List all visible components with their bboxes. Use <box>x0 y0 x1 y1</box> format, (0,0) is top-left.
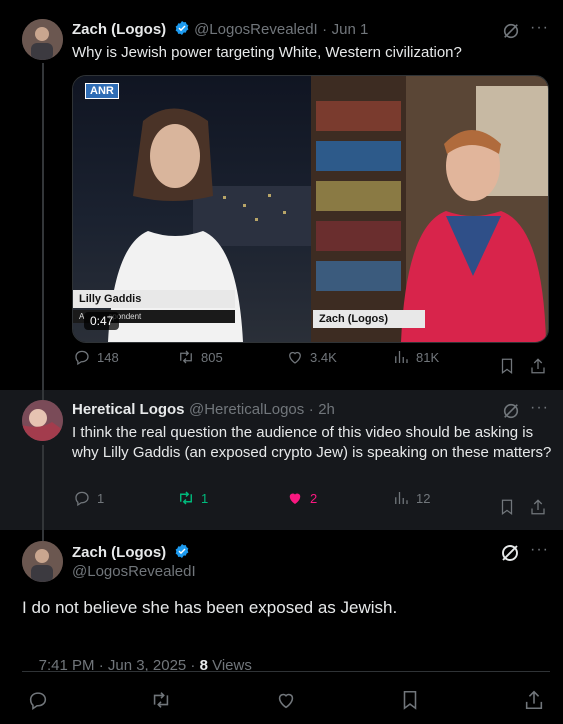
repost-icon <box>180 350 192 364</box>
verified-icon <box>175 544 188 558</box>
tweet-text: I do not believe she has been exposed as… <box>22 598 398 617</box>
separator: · <box>308 401 314 418</box>
author-handle[interactable]: @LogosRevealedI <box>72 563 196 580</box>
like-count: 2 <box>310 490 318 506</box>
views-count: 81K <box>416 349 440 365</box>
repost-count: 805 <box>201 349 223 365</box>
bookmark-icon[interactable] <box>399 689 421 711</box>
like-button[interactable]: 2 <box>286 489 317 507</box>
share-icon[interactable] <box>529 357 547 375</box>
reply-icon <box>75 350 89 366</box>
tweet-2[interactable]: Heretical Logos @HereticalLogos · 2h ···… <box>0 390 563 530</box>
right-caption: Zach (Logos) <box>313 310 425 328</box>
reply-count: 1 <box>97 490 105 506</box>
main-actions <box>0 687 563 711</box>
views-icon <box>395 492 408 504</box>
more-icon[interactable]: ··· <box>530 399 549 417</box>
divider <box>22 671 550 672</box>
video-right-panel <box>311 76 548 342</box>
thread-line <box>42 390 44 400</box>
views-count: 12 <box>416 490 431 506</box>
views-icon <box>395 351 408 363</box>
thread-line <box>42 63 44 390</box>
views-button[interactable]: 81K <box>392 348 439 366</box>
tweet-date[interactable]: Jun 1 <box>332 21 369 38</box>
tweet-text: Why is Jewish power targeting White, Wes… <box>72 44 462 61</box>
thread-line <box>42 445 44 530</box>
reply-count: 148 <box>97 349 119 365</box>
reply-button[interactable]: 148 <box>73 348 119 366</box>
avatar[interactable] <box>22 400 63 441</box>
tweet-1[interactable]: Zach (Logos) @LogosRevealedI · Jun 1 ···… <box>0 0 563 390</box>
author-handle[interactable]: @HereticalLogos <box>189 401 304 418</box>
bookmark-icon[interactable] <box>498 357 516 375</box>
left-caption: Lilly Gaddis <box>73 290 235 308</box>
main-tweet: Zach (Logos) @LogosRevealedI ··· I do no… <box>0 530 563 724</box>
repost-button[interactable]: 1 <box>177 489 208 507</box>
share-icon[interactable] <box>523 689 545 711</box>
share-icon[interactable] <box>529 498 547 516</box>
tweet-meta: 7:41 PM · Jun 3, 2025 · 8 Views <box>22 640 252 691</box>
reply-icon[interactable] <box>27 689 49 711</box>
thread-line <box>42 530 44 541</box>
like-button[interactable]: 3.4K <box>286 348 337 366</box>
more-icon[interactable]: ··· <box>530 19 549 37</box>
like-icon <box>289 493 301 504</box>
bookmark-icon[interactable] <box>498 498 516 516</box>
channel-logo: ANR <box>85 83 119 99</box>
separator: · <box>322 21 328 38</box>
like-icon <box>289 351 301 364</box>
tweet-date[interactable]: 2h <box>318 401 335 418</box>
grok-icon[interactable] <box>502 402 520 420</box>
like-icon[interactable] <box>275 689 297 711</box>
tweet-text: I think the real question the audience o… <box>72 424 552 461</box>
grok-icon[interactable] <box>500 543 520 563</box>
author-handle[interactable]: @LogosRevealedI <box>194 21 318 38</box>
avatar[interactable] <box>22 541 63 582</box>
verified-icon <box>175 21 188 35</box>
repost-button[interactable]: 805 <box>177 348 223 366</box>
repost-icon <box>180 491 192 505</box>
author-name[interactable]: Zach (Logos) <box>72 21 166 38</box>
grok-icon[interactable] <box>502 22 520 40</box>
like-count: 3.4K <box>310 349 337 365</box>
video-timer: 0:47 <box>84 312 120 330</box>
author-name[interactable]: Heretical Logos <box>72 401 185 418</box>
repost-count: 1 <box>201 490 209 506</box>
video-player[interactable]: ANR Lilly Gaddis A spondent Zach (Logos)… <box>72 75 549 343</box>
repost-icon[interactable] <box>150 689 172 711</box>
avatar[interactable] <box>22 19 63 60</box>
author-name[interactable]: Zach (Logos) <box>72 544 166 561</box>
reply-icon <box>75 491 89 507</box>
reply-button[interactable]: 1 <box>73 489 104 507</box>
more-icon[interactable]: ··· <box>530 541 549 559</box>
views-button[interactable]: 12 <box>392 489 430 507</box>
